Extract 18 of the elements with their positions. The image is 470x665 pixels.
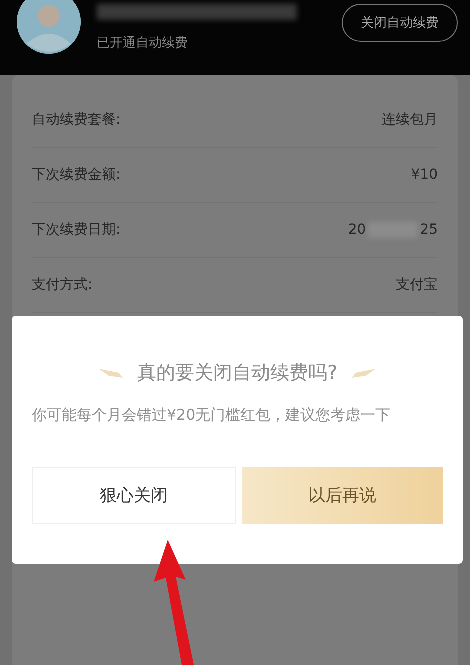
dialog-title: 真的要关闭自动续费吗? (137, 361, 338, 386)
confirm-close-button[interactable]: 狠心关闭 (32, 467, 236, 524)
avatar-icon (17, 0, 81, 54)
detail-value: 20 (348, 222, 366, 238)
detail-label: 下次续费日期: (32, 221, 121, 239)
detail-value: 连续包月 (382, 111, 438, 129)
detail-label: 下次续费金额: (32, 166, 121, 184)
wing-icon (352, 367, 376, 379)
close-autorenew-button[interactable]: 关闭自动续费 (342, 4, 458, 42)
detail-label: 自动续费套餐: (32, 111, 121, 129)
wing-icon (99, 367, 124, 379)
dialog-message: 你可能每个月会错过¥20无门槛红包，建议您考虑一下 (32, 405, 392, 426)
detail-label: 支付方式: (32, 276, 93, 294)
later-button[interactable]: 以后再说 (242, 467, 443, 524)
detail-value: 25 (420, 222, 438, 238)
detail-value: 支付宝 (396, 276, 438, 294)
detail-value: ¥10 (411, 167, 438, 183)
subscription-status: 已开通自动续费 (97, 35, 188, 52)
